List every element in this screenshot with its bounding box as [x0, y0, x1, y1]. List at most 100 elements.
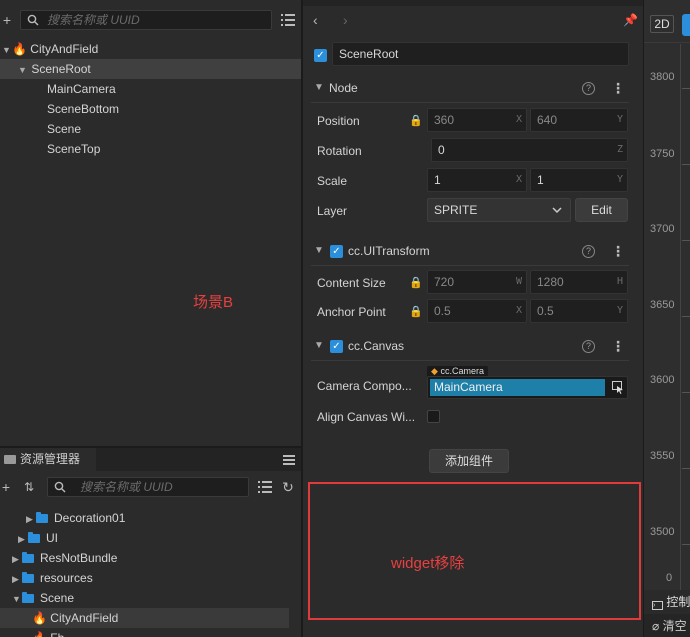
- clear-console-button[interactable]: ⌀ 清空: [652, 616, 687, 636]
- anchor-x-field[interactable]: 0.5 X: [427, 299, 527, 323]
- node-name-field[interactable]: SceneRoot: [332, 42, 629, 66]
- tab-assets[interactable]: 资源管理器: [0, 448, 96, 471]
- scale-x-field[interactable]: 1 X: [427, 168, 527, 192]
- mode-2d-toggle[interactable]: 2D: [650, 15, 674, 33]
- collapse-chevron-icon[interactable]: ▼: [314, 75, 324, 101]
- check-icon: ✓: [314, 49, 327, 62]
- sort-icon[interactable]: ⇅: [22, 476, 36, 498]
- component-diamond-icon: ◆: [431, 366, 438, 376]
- add-node-icon[interactable]: +: [0, 9, 14, 31]
- asset-row-scene[interactable]: ▼ Scene: [0, 588, 301, 608]
- rotation-z-value: 0: [438, 143, 445, 157]
- anchor-y-value: 0.5: [537, 304, 554, 318]
- tree-row-cityandfield[interactable]: ▼🔥 CityAndField: [0, 39, 301, 59]
- lock-icon[interactable]: 🔒: [409, 276, 423, 289]
- tree-row-sceneroot[interactable]: ▼ SceneRoot: [0, 59, 301, 79]
- collapse-chevron-icon[interactable]: ▼: [314, 333, 324, 359]
- pin-icon[interactable]: 📌: [623, 13, 638, 27]
- collapse-arrow-icon[interactable]: ▶: [12, 549, 22, 569]
- menu-icon[interactable]: [283, 455, 295, 465]
- position-y-field[interactable]: 640 Y: [530, 108, 628, 132]
- tree-label: SceneRoot: [31, 62, 91, 76]
- tree-row-scenetop[interactable]: SceneTop: [0, 139, 301, 159]
- collapse-arrow-icon[interactable]: ▶: [26, 509, 36, 529]
- help-icon[interactable]: ?: [582, 245, 595, 258]
- tree-row-scene[interactable]: Scene: [0, 119, 301, 139]
- folder-icon: [22, 552, 34, 563]
- more-options-icon[interactable]: ⋮: [611, 333, 625, 359]
- scene-tool-button[interactable]: [682, 14, 690, 36]
- tree-row-scenebottom[interactable]: SceneBottom: [0, 99, 301, 119]
- assets-tabbar: 资源管理器: [0, 448, 301, 471]
- layer-value: SPRITE: [434, 203, 478, 217]
- section-header-uitransform[interactable]: ▼ ✓ cc.UITransform ? ⋮: [303, 238, 643, 264]
- asset-row-ui[interactable]: ▶ UI: [0, 528, 301, 548]
- lock-icon[interactable]: 🔒: [409, 114, 423, 127]
- asset-row-decoration01[interactable]: ▶ Decoration01: [0, 508, 301, 528]
- hierarchy-panel: + ▼🔥 CityAndField ▼ SceneRoot MainCamera…: [0, 0, 301, 446]
- asset-row-fb[interactable]: 🔥 Fb: [0, 628, 301, 637]
- more-options-icon[interactable]: ⋮: [611, 238, 625, 264]
- hierarchy-toolbar: +: [0, 9, 301, 31]
- hierarchy-search-input[interactable]: [47, 12, 247, 28]
- rotation-z-field[interactable]: 0 Z: [431, 138, 628, 162]
- layer-select[interactable]: SPRITE: [427, 198, 571, 222]
- help-icon[interactable]: ?: [582, 340, 595, 353]
- add-component-label: 添加组件: [444, 454, 493, 468]
- section-divider: [311, 265, 629, 266]
- asset-row-cityandfield[interactable]: 🔥 CityAndField: [0, 608, 289, 628]
- collapse-chevron-icon[interactable]: ▼: [314, 238, 324, 264]
- more-options-icon[interactable]: ⋮: [611, 75, 625, 101]
- layer-edit-button[interactable]: Edit: [575, 198, 628, 222]
- camera-component-field[interactable]: MainCamera: [427, 376, 628, 399]
- list-view-icon[interactable]: [258, 481, 272, 493]
- asset-row-resources[interactable]: ▶ resources: [0, 568, 301, 588]
- ruler-tick-label: 3550: [650, 450, 675, 462]
- rotation-label: Rotation: [317, 144, 362, 158]
- anchor-y-field[interactable]: 0.5 Y: [530, 299, 628, 323]
- scale-y-field[interactable]: 1 Y: [530, 168, 628, 192]
- grid-line: [682, 164, 690, 165]
- collapse-arrow-icon[interactable]: ▶: [12, 569, 22, 589]
- section-header-node[interactable]: ▼ Node ? ⋮: [303, 75, 643, 101]
- refresh-icon[interactable]: ↻: [280, 476, 296, 498]
- assets-search-input[interactable]: [80, 479, 240, 495]
- forward-arrow-icon[interactable]: ›: [343, 12, 348, 28]
- section-header-canvas[interactable]: ▼ ✓ cc.Canvas ? ⋮: [303, 333, 643, 359]
- grid-line: [682, 316, 690, 317]
- collapse-arrow-icon[interactable]: ▶: [18, 529, 28, 549]
- section-title-uitransform: cc.UITransform: [348, 244, 430, 258]
- tree-row-maincamera[interactable]: MainCamera: [0, 79, 301, 99]
- lock-icon[interactable]: 🔒: [409, 305, 423, 318]
- align-canvas-checkbox[interactable]: [427, 410, 440, 426]
- scene-view-panel[interactable]: 2D 3800 3750 3700 3650 3600 3550 3500 0: [644, 0, 690, 590]
- help-icon[interactable]: ?: [582, 82, 595, 95]
- tab-console[interactable]: › 控制: [644, 590, 690, 614]
- list-view-icon[interactable]: [281, 14, 295, 26]
- uitransform-enabled-checkbox[interactable]: ✓: [330, 244, 343, 258]
- console-tab-label: 控制: [666, 595, 690, 609]
- node-active-checkbox[interactable]: ✓: [314, 47, 327, 62]
- console-panel: › 控制 ⌀ 清空: [644, 590, 690, 637]
- ruler-tick-label: 3800: [650, 71, 675, 83]
- expand-arrow-icon[interactable]: ▼: [12, 589, 22, 609]
- ruler-tick-label: 3600: [650, 374, 675, 386]
- add-component-button[interactable]: 添加组件: [429, 449, 509, 473]
- asset-row-resnotbundle[interactable]: ▶ ResNotBundle: [0, 548, 301, 568]
- expand-arrow-icon[interactable]: ▼: [2, 40, 12, 60]
- add-asset-icon[interactable]: +: [0, 476, 12, 498]
- asset-label: Fb: [50, 631, 64, 637]
- scale-x-value: 1: [434, 173, 441, 187]
- expand-arrow-icon[interactable]: ▼: [18, 60, 28, 80]
- content-width-field[interactable]: 720 W: [427, 270, 527, 294]
- content-height-field[interactable]: 1280 H: [530, 270, 628, 294]
- back-arrow-icon[interactable]: ‹: [313, 12, 318, 28]
- canvas-enabled-checkbox[interactable]: ✓: [330, 339, 343, 353]
- pick-target-icon[interactable]: [612, 381, 624, 394]
- section-divider: [311, 102, 629, 103]
- position-x-field[interactable]: 360 X: [427, 108, 527, 132]
- annotation-scene-b: 场景B: [193, 294, 234, 311]
- hierarchy-search[interactable]: [20, 10, 272, 30]
- assets-search[interactable]: [47, 477, 249, 497]
- axis-y-label: Y: [616, 114, 623, 125]
